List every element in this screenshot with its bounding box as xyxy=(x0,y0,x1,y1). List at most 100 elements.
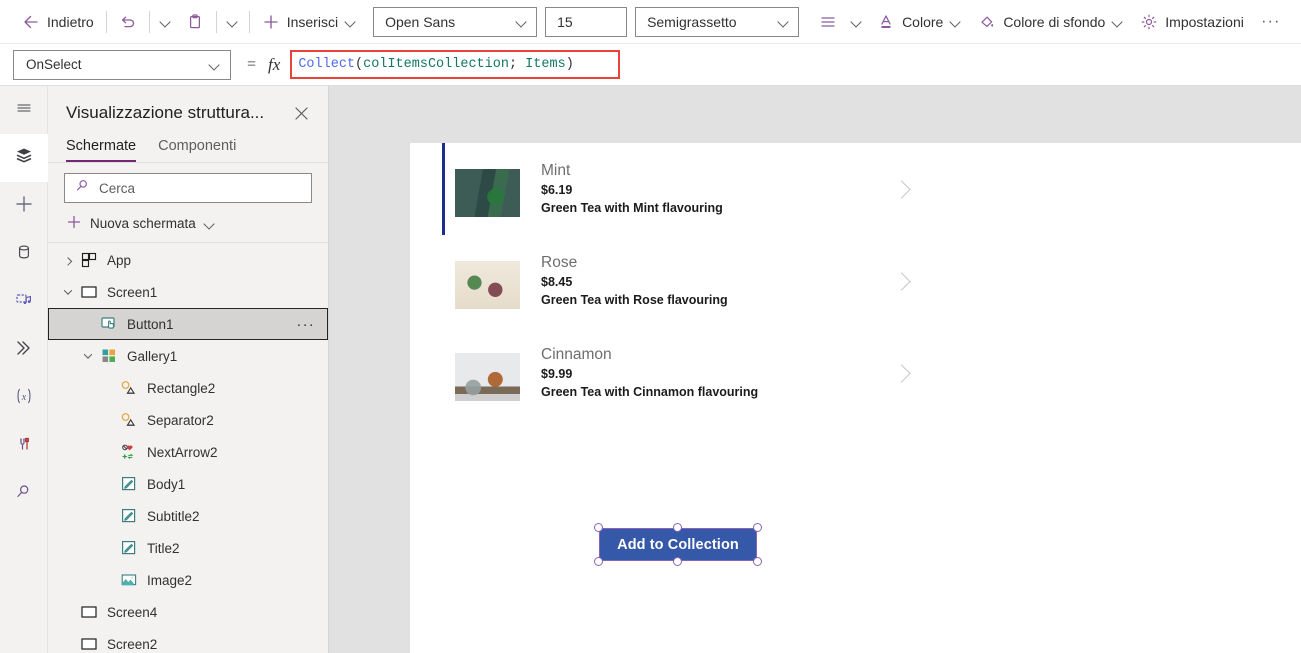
rail-item-tools[interactable] xyxy=(0,422,48,470)
tree-item-separator2[interactable]: Separator2 xyxy=(48,404,328,436)
tree-item-label: Separator2 xyxy=(147,412,214,428)
tree-item-title2[interactable]: Title2 xyxy=(48,532,328,564)
resize-handle-top-center[interactable] xyxy=(673,523,682,532)
chevron-down-icon xyxy=(160,16,172,28)
resize-handle-top-left[interactable] xyxy=(594,523,603,532)
tree-item-gallery1[interactable]: Gallery1 xyxy=(48,340,328,372)
tree-item-rectangle2[interactable]: Rectangle2 xyxy=(48,372,328,404)
label-text-icon xyxy=(118,505,140,527)
rail-item-insert[interactable] xyxy=(0,182,48,230)
twisty-right-icon[interactable] xyxy=(58,244,78,276)
tab-schermate[interactable]: Schermate xyxy=(66,134,137,162)
arrow-left-icon xyxy=(22,13,40,31)
text-align-button[interactable] xyxy=(811,6,845,38)
paste-dropdown[interactable] xyxy=(221,6,245,38)
tree-view-panel: Visualizzazione struttura... Schermate C… xyxy=(48,86,329,653)
tree-item-app[interactable]: App xyxy=(48,244,328,276)
tree-item-label: Button1 xyxy=(127,316,174,332)
paste-icon xyxy=(186,13,204,31)
rail-item-menu[interactable] xyxy=(0,86,48,134)
font-weight-select[interactable]: Semigrassetto xyxy=(635,6,800,37)
app-screen[interactable]: Mint $6.19 Green Tea with Mint flavouring R… xyxy=(410,143,1301,653)
tree-item-more-button[interactable]: ··· xyxy=(296,316,319,333)
property-select[interactable]: OnSelect xyxy=(13,49,231,80)
rail-item-data[interactable] xyxy=(0,230,48,278)
tree-item-label: Subtitle2 xyxy=(147,508,200,524)
new-screen-button[interactable]: Nuova schermata xyxy=(48,205,328,242)
tree-item-button1[interactable]: Button1 ··· xyxy=(48,308,328,340)
fill-bucket-icon xyxy=(978,13,996,31)
tree-item-screen4[interactable]: Screen4 xyxy=(48,596,328,628)
gallery-item[interactable]: Rose $8.45 Green Tea with Rose flavouring xyxy=(410,235,930,327)
tree-item-label: Body1 xyxy=(147,476,186,492)
resize-handle-bottom-left[interactable] xyxy=(594,557,603,566)
insert-button[interactable]: Inserisci xyxy=(254,6,365,38)
tree-item-screen1[interactable]: Screen1 xyxy=(48,276,328,308)
back-button[interactable]: Indietro xyxy=(14,6,102,38)
tab-componenti[interactable]: Componenti xyxy=(158,134,236,162)
gallery-item-text: Rose $8.45 Green Tea with Rose flavouring xyxy=(541,252,728,309)
text-align-dropdown[interactable] xyxy=(845,6,869,38)
property-value: OnSelect xyxy=(26,57,82,72)
tree-item-label: NextArrow2 xyxy=(147,444,218,460)
rail-item-power-automate[interactable] xyxy=(0,326,48,374)
search-input[interactable] xyxy=(99,180,301,196)
tree-panel-tabs: Schermate Componenti xyxy=(48,134,328,162)
rail-item-tree-view[interactable] xyxy=(0,134,48,182)
tree-item-body1[interactable]: Body1 xyxy=(48,468,328,500)
chevron-down-icon xyxy=(227,16,239,28)
search-box[interactable] xyxy=(64,173,312,203)
rail-item-variables[interactable]: x xyxy=(0,374,48,422)
chevron-right-icon[interactable] xyxy=(892,364,911,383)
gallery-item[interactable]: Cinnamon $9.99 Green Tea with Cinnamon fla… xyxy=(410,327,930,419)
search-magnifier-icon xyxy=(13,481,35,508)
tree-item-label: Rectangle2 xyxy=(147,380,216,396)
screen-icon xyxy=(78,281,100,303)
rail-item-media[interactable] xyxy=(0,278,48,326)
gallery-item-text: Mint $6.19 Green Tea with Mint flavouring xyxy=(541,160,723,217)
background-color-button[interactable]: Colore di sfondo xyxy=(970,6,1132,38)
chevron-right-icon[interactable] xyxy=(892,272,911,291)
overflow-menu-button[interactable]: ··· xyxy=(1256,7,1286,37)
gallery-item[interactable]: Mint $6.19 Green Tea with Mint flavouring xyxy=(410,143,930,235)
twisty-down-icon[interactable] xyxy=(78,340,98,372)
rail-item-search[interactable] xyxy=(0,470,48,518)
canvas-area: Mint $6.19 Green Tea with Mint flavouring R… xyxy=(329,86,1301,653)
close-panel-button[interactable] xyxy=(288,100,314,126)
plus-insert-icon xyxy=(13,193,35,220)
resize-handle-top-right[interactable] xyxy=(753,523,762,532)
font-family-select[interactable]: Open Sans xyxy=(373,6,538,37)
tree-item-image2[interactable]: Image2 xyxy=(48,564,328,596)
settings-button[interactable]: Impostazioni xyxy=(1132,6,1252,38)
gallery-item-description: Green Tea with Mint flavouring xyxy=(541,201,723,215)
tree-item-nextarrow2[interactable]: NextArrow2 xyxy=(48,436,328,468)
power-apps-studio: Indietro Inserisci Open Sans 15 Semigras… xyxy=(0,0,1301,653)
tree-item-screen2[interactable]: Screen2 xyxy=(48,628,328,653)
tools-icon xyxy=(13,433,35,460)
tree-item-label: Screen1 xyxy=(107,284,158,300)
database-data-icon xyxy=(13,241,35,268)
font-size-input[interactable]: 15 xyxy=(545,6,628,37)
resize-handle-bottom-center[interactable] xyxy=(673,557,682,566)
tree-item-label: Title2 xyxy=(147,540,180,556)
tree-item-label: Screen2 xyxy=(107,636,158,652)
paste-button[interactable] xyxy=(178,6,212,38)
undo-button[interactable] xyxy=(111,6,145,38)
twisty-down-icon[interactable] xyxy=(58,276,78,308)
tree-item-subtitle2[interactable]: Subtitle2 xyxy=(48,500,328,532)
chevron-right-icon[interactable] xyxy=(892,180,911,199)
undo-dropdown[interactable] xyxy=(154,6,178,38)
resize-handle-bottom-right[interactable] xyxy=(753,557,762,566)
formula-input[interactable]: Collect ( colItemsCollection ; Items ) xyxy=(290,50,621,79)
gallery-control[interactable]: Mint $6.19 Green Tea with Mint flavouring R… xyxy=(410,143,930,419)
close-icon xyxy=(294,106,308,120)
gallery-icon xyxy=(98,345,120,367)
chevron-down-icon xyxy=(851,16,863,28)
font-weight-value: Semigrassetto xyxy=(647,13,737,30)
color-button[interactable]: Colore xyxy=(869,6,970,38)
